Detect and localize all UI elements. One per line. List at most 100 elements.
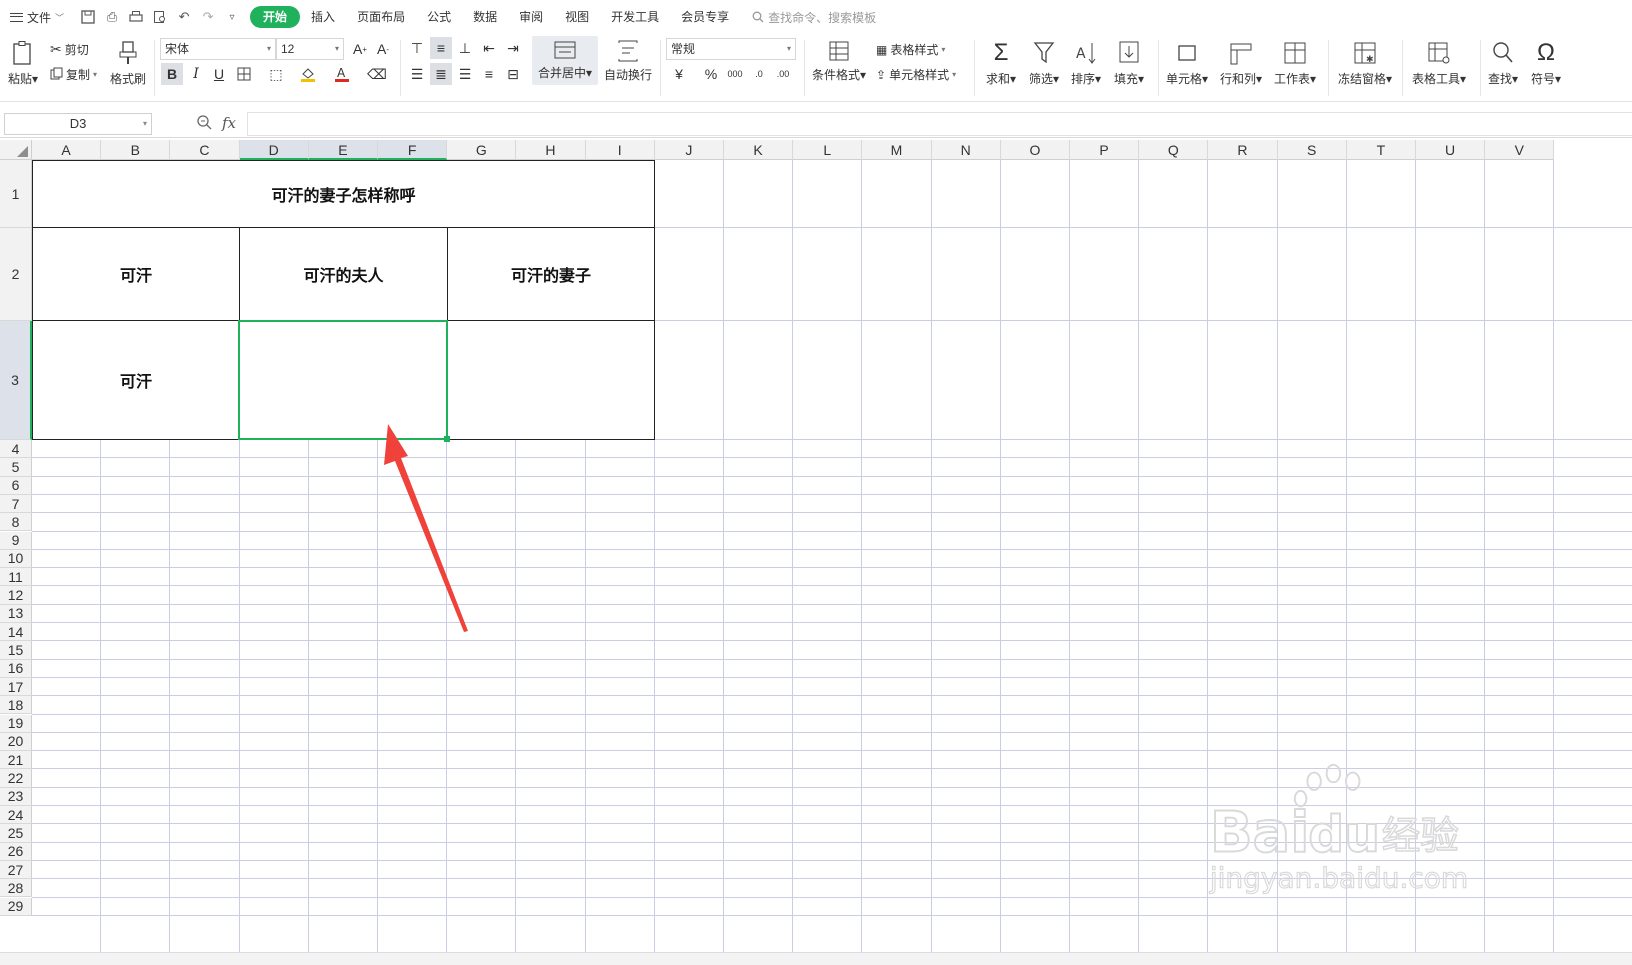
thousands-separator-icon[interactable]: 000 bbox=[724, 63, 746, 85]
tab-insert[interactable]: 插入 bbox=[300, 6, 346, 28]
select-all-corner[interactable] bbox=[0, 140, 32, 160]
column-header-i[interactable]: I bbox=[585, 140, 655, 160]
border-icon[interactable] bbox=[233, 63, 255, 85]
column-header-j[interactable]: J bbox=[654, 140, 724, 160]
tab-view[interactable]: 视图 bbox=[554, 6, 600, 28]
redo-icon[interactable]: ↷ bbox=[198, 7, 218, 27]
decrease-decimal-icon[interactable]: .00 bbox=[772, 63, 794, 85]
header-cell-khan-wife[interactable]: 可汗的妻子 bbox=[447, 227, 655, 321]
column-header-u[interactable]: U bbox=[1416, 140, 1486, 160]
sort-button[interactable]: A 排序▾ bbox=[1071, 40, 1101, 87]
number-format-select[interactable]: 常规 ▾ bbox=[666, 38, 796, 60]
row-header-8[interactable]: 8 bbox=[0, 513, 32, 532]
tab-review[interactable]: 审阅 bbox=[508, 6, 554, 28]
row-header-2[interactable]: 2 bbox=[0, 228, 32, 321]
conditional-format-button[interactable]: 条件格式▾ bbox=[812, 40, 866, 83]
format-painter-button[interactable]: 格式刷 bbox=[110, 40, 146, 87]
file-menu[interactable]: 文件 ﹀ bbox=[0, 5, 72, 29]
column-header-q[interactable]: Q bbox=[1139, 140, 1209, 160]
merge-center-button[interactable]: 合并居中▾ bbox=[532, 36, 598, 85]
fill-button[interactable]: 填充▾ bbox=[1114, 40, 1144, 87]
italic-icon[interactable]: I bbox=[185, 63, 207, 85]
row-header-18[interactable]: 18 bbox=[0, 696, 32, 715]
currency-icon[interactable]: ¥ bbox=[668, 63, 690, 85]
bold-icon[interactable]: B bbox=[161, 63, 183, 85]
row-header-12[interactable]: 12 bbox=[0, 586, 32, 605]
row-header-14[interactable]: 14 bbox=[0, 623, 32, 642]
data-cell-khan[interactable]: 可汗 bbox=[32, 320, 240, 440]
decrease-indent-icon[interactable]: ⇤ bbox=[478, 37, 500, 59]
row-header-22[interactable]: 22 bbox=[0, 769, 32, 788]
justify-icon[interactable]: ≡ bbox=[478, 63, 500, 85]
print-preview-icon[interactable] bbox=[150, 7, 170, 27]
row-header-15[interactable]: 15 bbox=[0, 641, 32, 660]
paste-button[interactable]: 粘贴▾ bbox=[8, 40, 38, 87]
filter-button[interactable]: 筛选▾ bbox=[1029, 40, 1059, 87]
increase-indent-icon[interactable]: ⇥ bbox=[502, 37, 524, 59]
zoom-formula-icon[interactable] bbox=[196, 114, 212, 133]
find-button[interactable]: 查找▾ bbox=[1488, 40, 1518, 87]
sum-button[interactable]: Σ 求和▾ bbox=[986, 40, 1016, 87]
column-header-d[interactable]: D bbox=[239, 140, 309, 160]
insert-function-icon[interactable]: fx bbox=[222, 114, 236, 132]
tab-page-layout[interactable]: 页面布局 bbox=[346, 6, 416, 28]
column-header-p[interactable]: P bbox=[1070, 140, 1140, 160]
cut-button[interactable]: ✂ 剪切 bbox=[50, 41, 89, 58]
row-header-25[interactable]: 25 bbox=[0, 824, 32, 843]
row-header-3[interactable]: 3 bbox=[0, 321, 32, 440]
column-header-n[interactable]: N bbox=[931, 140, 1001, 160]
row-header-21[interactable]: 21 bbox=[0, 751, 32, 770]
column-header-r[interactable]: R bbox=[1208, 140, 1278, 160]
row-header-16[interactable]: 16 bbox=[0, 659, 32, 678]
row-header-7[interactable]: 7 bbox=[0, 494, 32, 514]
freeze-panes-button[interactable]: ✱ 冻结窗格▾ bbox=[1338, 40, 1392, 87]
align-top-icon[interactable]: ⊤ bbox=[406, 37, 428, 59]
column-header-e[interactable]: E bbox=[308, 140, 378, 160]
cell-button[interactable]: 单元格▾ bbox=[1166, 40, 1208, 87]
export-icon[interactable]: ⎙ bbox=[102, 7, 122, 27]
tab-developer[interactable]: 开发工具 bbox=[600, 6, 670, 28]
row-header-6[interactable]: 6 bbox=[0, 476, 32, 495]
align-bottom-icon[interactable]: ⊥ bbox=[454, 37, 476, 59]
column-header-b[interactable]: B bbox=[101, 140, 171, 160]
copy-button[interactable]: 复制 ▾ bbox=[50, 66, 97, 83]
cell-style-button[interactable]: ⇪ 单元格样式 ▾ bbox=[876, 66, 956, 83]
tab-member[interactable]: 会员专享 bbox=[670, 6, 740, 28]
eraser-icon[interactable]: ⌫ bbox=[366, 63, 388, 85]
print-icon[interactable] bbox=[126, 7, 146, 27]
row-header-9[interactable]: 9 bbox=[0, 531, 32, 550]
row-header-27[interactable]: 27 bbox=[0, 860, 32, 880]
row-header-19[interactable]: 19 bbox=[0, 714, 32, 733]
row-header-4[interactable]: 4 bbox=[0, 440, 32, 459]
row-header-29[interactable]: 29 bbox=[0, 897, 32, 916]
column-header-c[interactable]: C bbox=[170, 140, 240, 160]
command-search[interactable]: 查找命令、搜索模板 bbox=[752, 9, 876, 26]
tab-data[interactable]: 数据 bbox=[462, 6, 508, 28]
save-icon[interactable] bbox=[78, 7, 98, 27]
column-header-k[interactable]: K bbox=[724, 140, 794, 160]
column-header-a[interactable]: A bbox=[32, 140, 102, 160]
align-middle-icon[interactable]: ≡ bbox=[430, 37, 452, 59]
row-header-20[interactable]: 20 bbox=[0, 732, 32, 752]
column-header-h[interactable]: H bbox=[516, 140, 586, 160]
column-header-v[interactable]: V bbox=[1485, 140, 1555, 160]
table-tools-button[interactable]: 表格工具▾ bbox=[1412, 40, 1466, 87]
header-cell-khan[interactable]: 可汗 bbox=[32, 227, 240, 321]
row-header-28[interactable]: 28 bbox=[0, 879, 32, 898]
formula-input[interactable] bbox=[247, 112, 1632, 136]
row-header-24[interactable]: 24 bbox=[0, 806, 32, 825]
column-header-s[interactable]: S bbox=[1277, 140, 1347, 160]
row-header-17[interactable]: 17 bbox=[0, 677, 32, 697]
tab-home[interactable]: 开始 bbox=[250, 6, 301, 28]
worksheet-grid[interactable]: ABCDEFGHIJKLMNOPQRSTUV 1 2 3 4 5 6 7 8 9 10 11 12 13… bbox=[0, 140, 1632, 952]
fill-color-icon[interactable] bbox=[297, 63, 319, 85]
increase-decimal-icon[interactable]: .0 bbox=[748, 63, 770, 85]
sheet-tab-bar[interactable] bbox=[0, 952, 1632, 965]
distributed-icon[interactable]: ⊟ bbox=[502, 63, 524, 85]
row-header-5[interactable]: 5 bbox=[0, 458, 32, 477]
tab-formulas[interactable]: 公式 bbox=[416, 6, 462, 28]
align-left-icon[interactable]: ☰ bbox=[406, 63, 428, 85]
align-center-icon[interactable]: ≣ bbox=[430, 63, 452, 85]
increase-font-size-icon[interactable]: A + bbox=[349, 38, 371, 60]
column-header-o[interactable]: O bbox=[1000, 140, 1070, 160]
